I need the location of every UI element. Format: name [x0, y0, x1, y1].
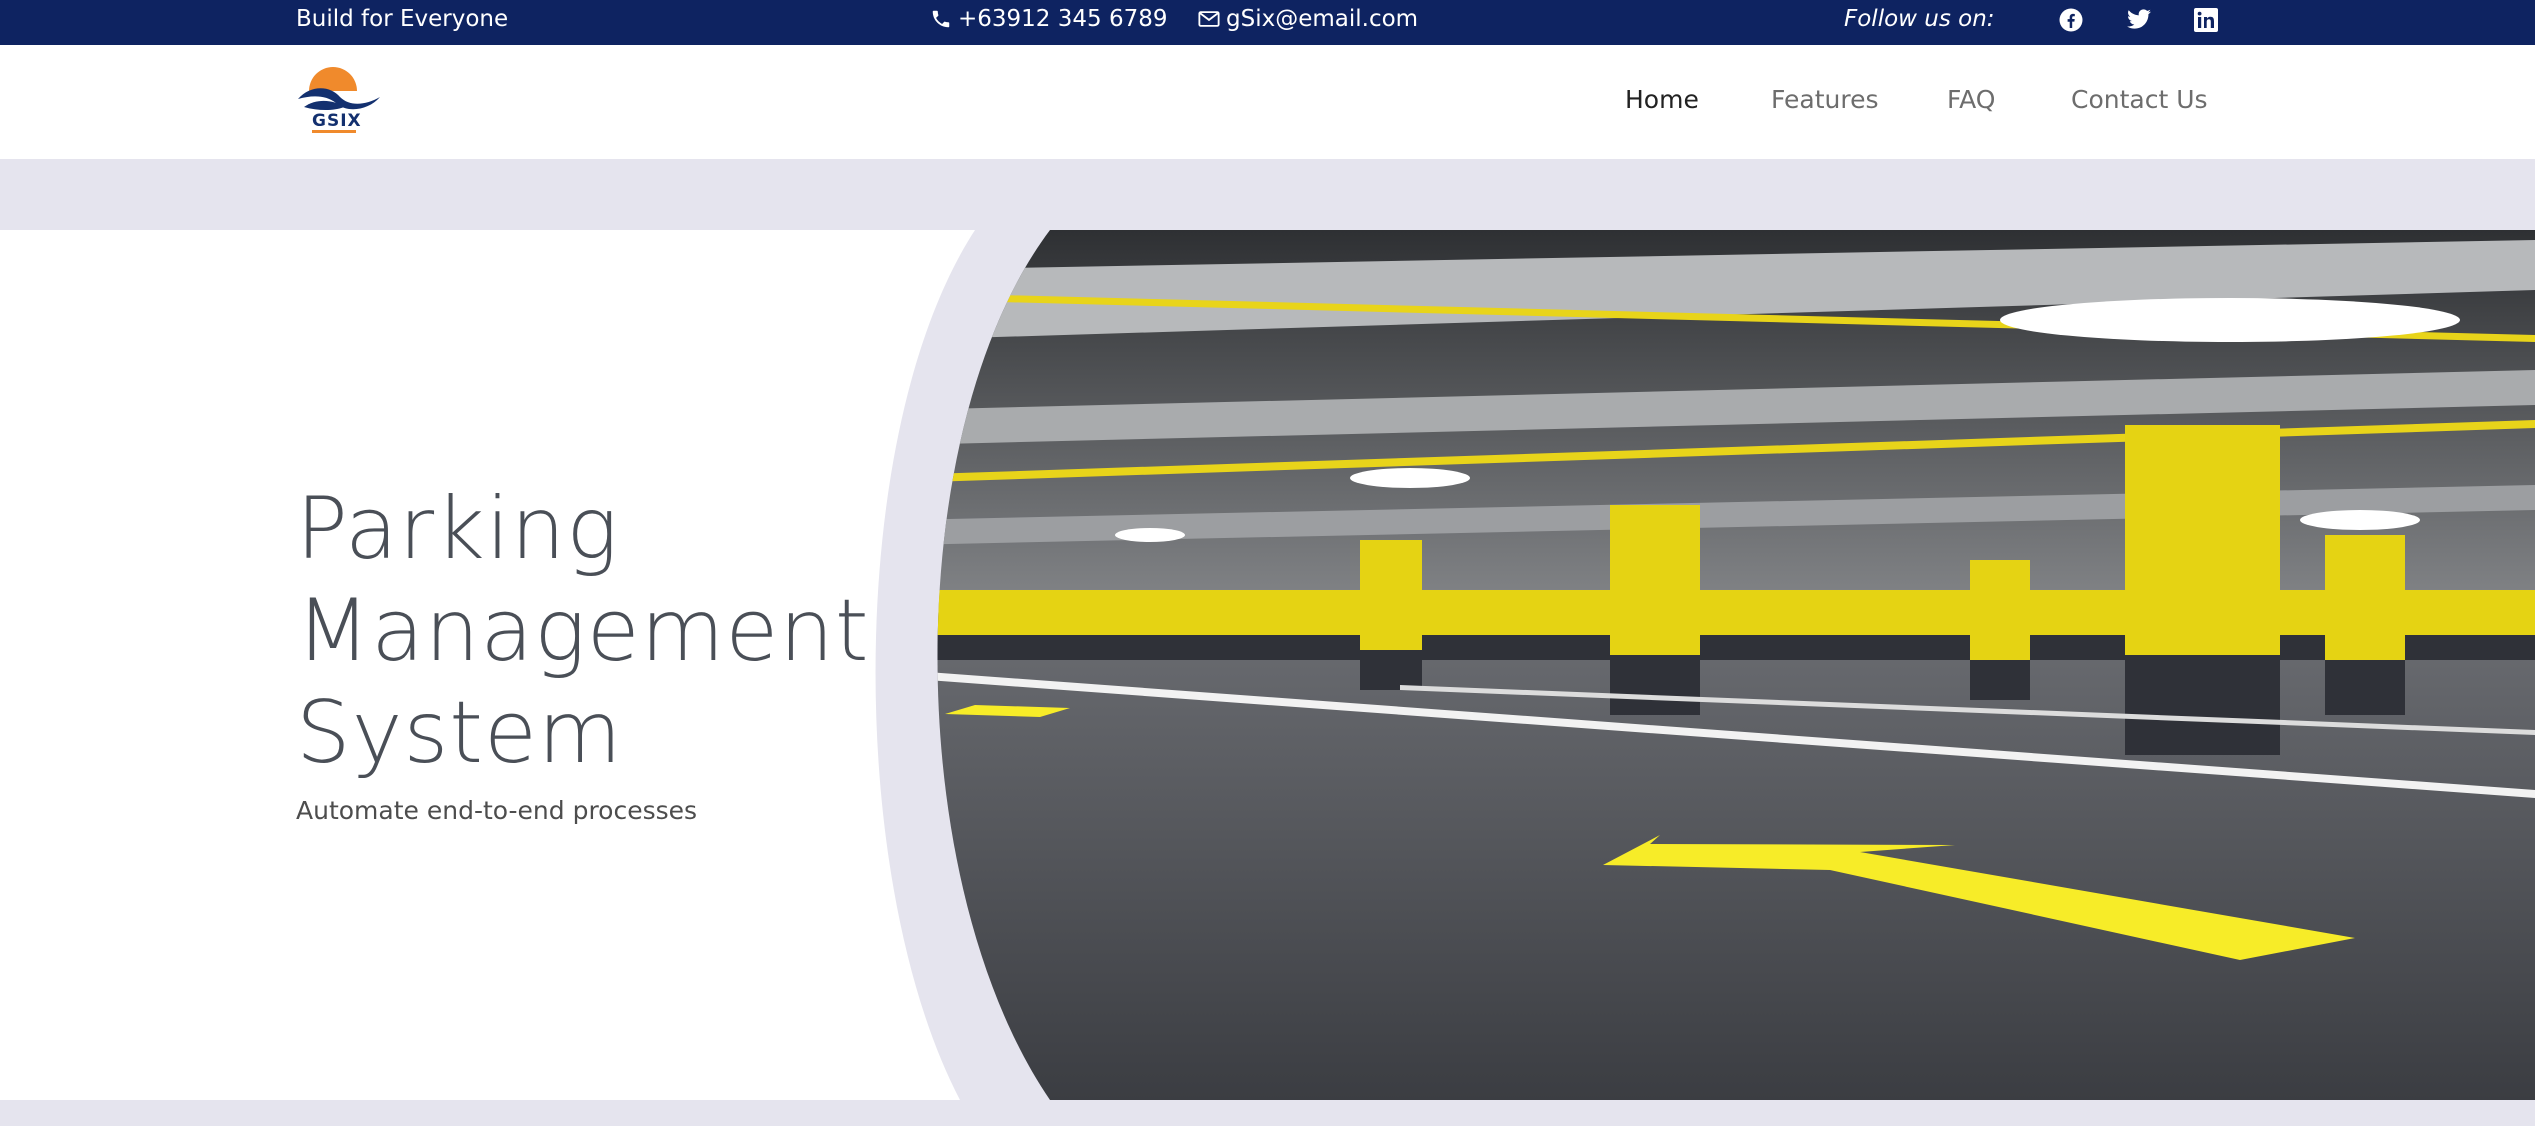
logo-text: GSIX — [312, 111, 362, 131]
hero-title-line-2: Management — [296, 581, 870, 681]
linkedin-link[interactable] — [2192, 6, 2220, 34]
nav-features[interactable]: Features — [1771, 85, 1879, 114]
phone-number: +63912 345 6789 — [958, 6, 1168, 32]
twitter-link[interactable] — [2125, 6, 2153, 34]
nav-home[interactable]: Home — [1625, 85, 1699, 114]
tagline: Build for Everyone — [296, 6, 509, 32]
email-contact[interactable]: gSix@email.com — [1198, 6, 1418, 32]
twitter-icon — [2127, 9, 2151, 29]
hero-section: Parking Management System Automate end-t… — [0, 230, 2535, 1100]
linkedin-icon — [2194, 8, 2218, 32]
facebook-link[interactable] — [2057, 6, 2085, 34]
phone-icon — [932, 10, 950, 28]
hero-title-line-3: System — [296, 683, 623, 783]
phone-contact[interactable]: +63912 345 6789 — [930, 6, 1168, 32]
site-header: GSIX Home Features FAQ Contact Us — [0, 45, 2535, 159]
hero-title: Parking Management System — [296, 478, 870, 784]
follow-label: Follow us on: — [1844, 6, 1995, 32]
hero-subtitle: Automate end-to-end processes — [296, 796, 698, 825]
top-bar: Build for Everyone +63912 345 6789 gSix@… — [0, 0, 2535, 45]
facebook-icon — [2059, 8, 2083, 32]
nav-contact-us[interactable]: Contact Us — [2071, 85, 2208, 114]
nav-faq[interactable]: FAQ — [1947, 85, 1995, 114]
hero-title-line-1: Parking — [296, 479, 619, 579]
mail-icon — [1198, 11, 1220, 27]
email-address: gSix@email.com — [1226, 6, 1419, 32]
